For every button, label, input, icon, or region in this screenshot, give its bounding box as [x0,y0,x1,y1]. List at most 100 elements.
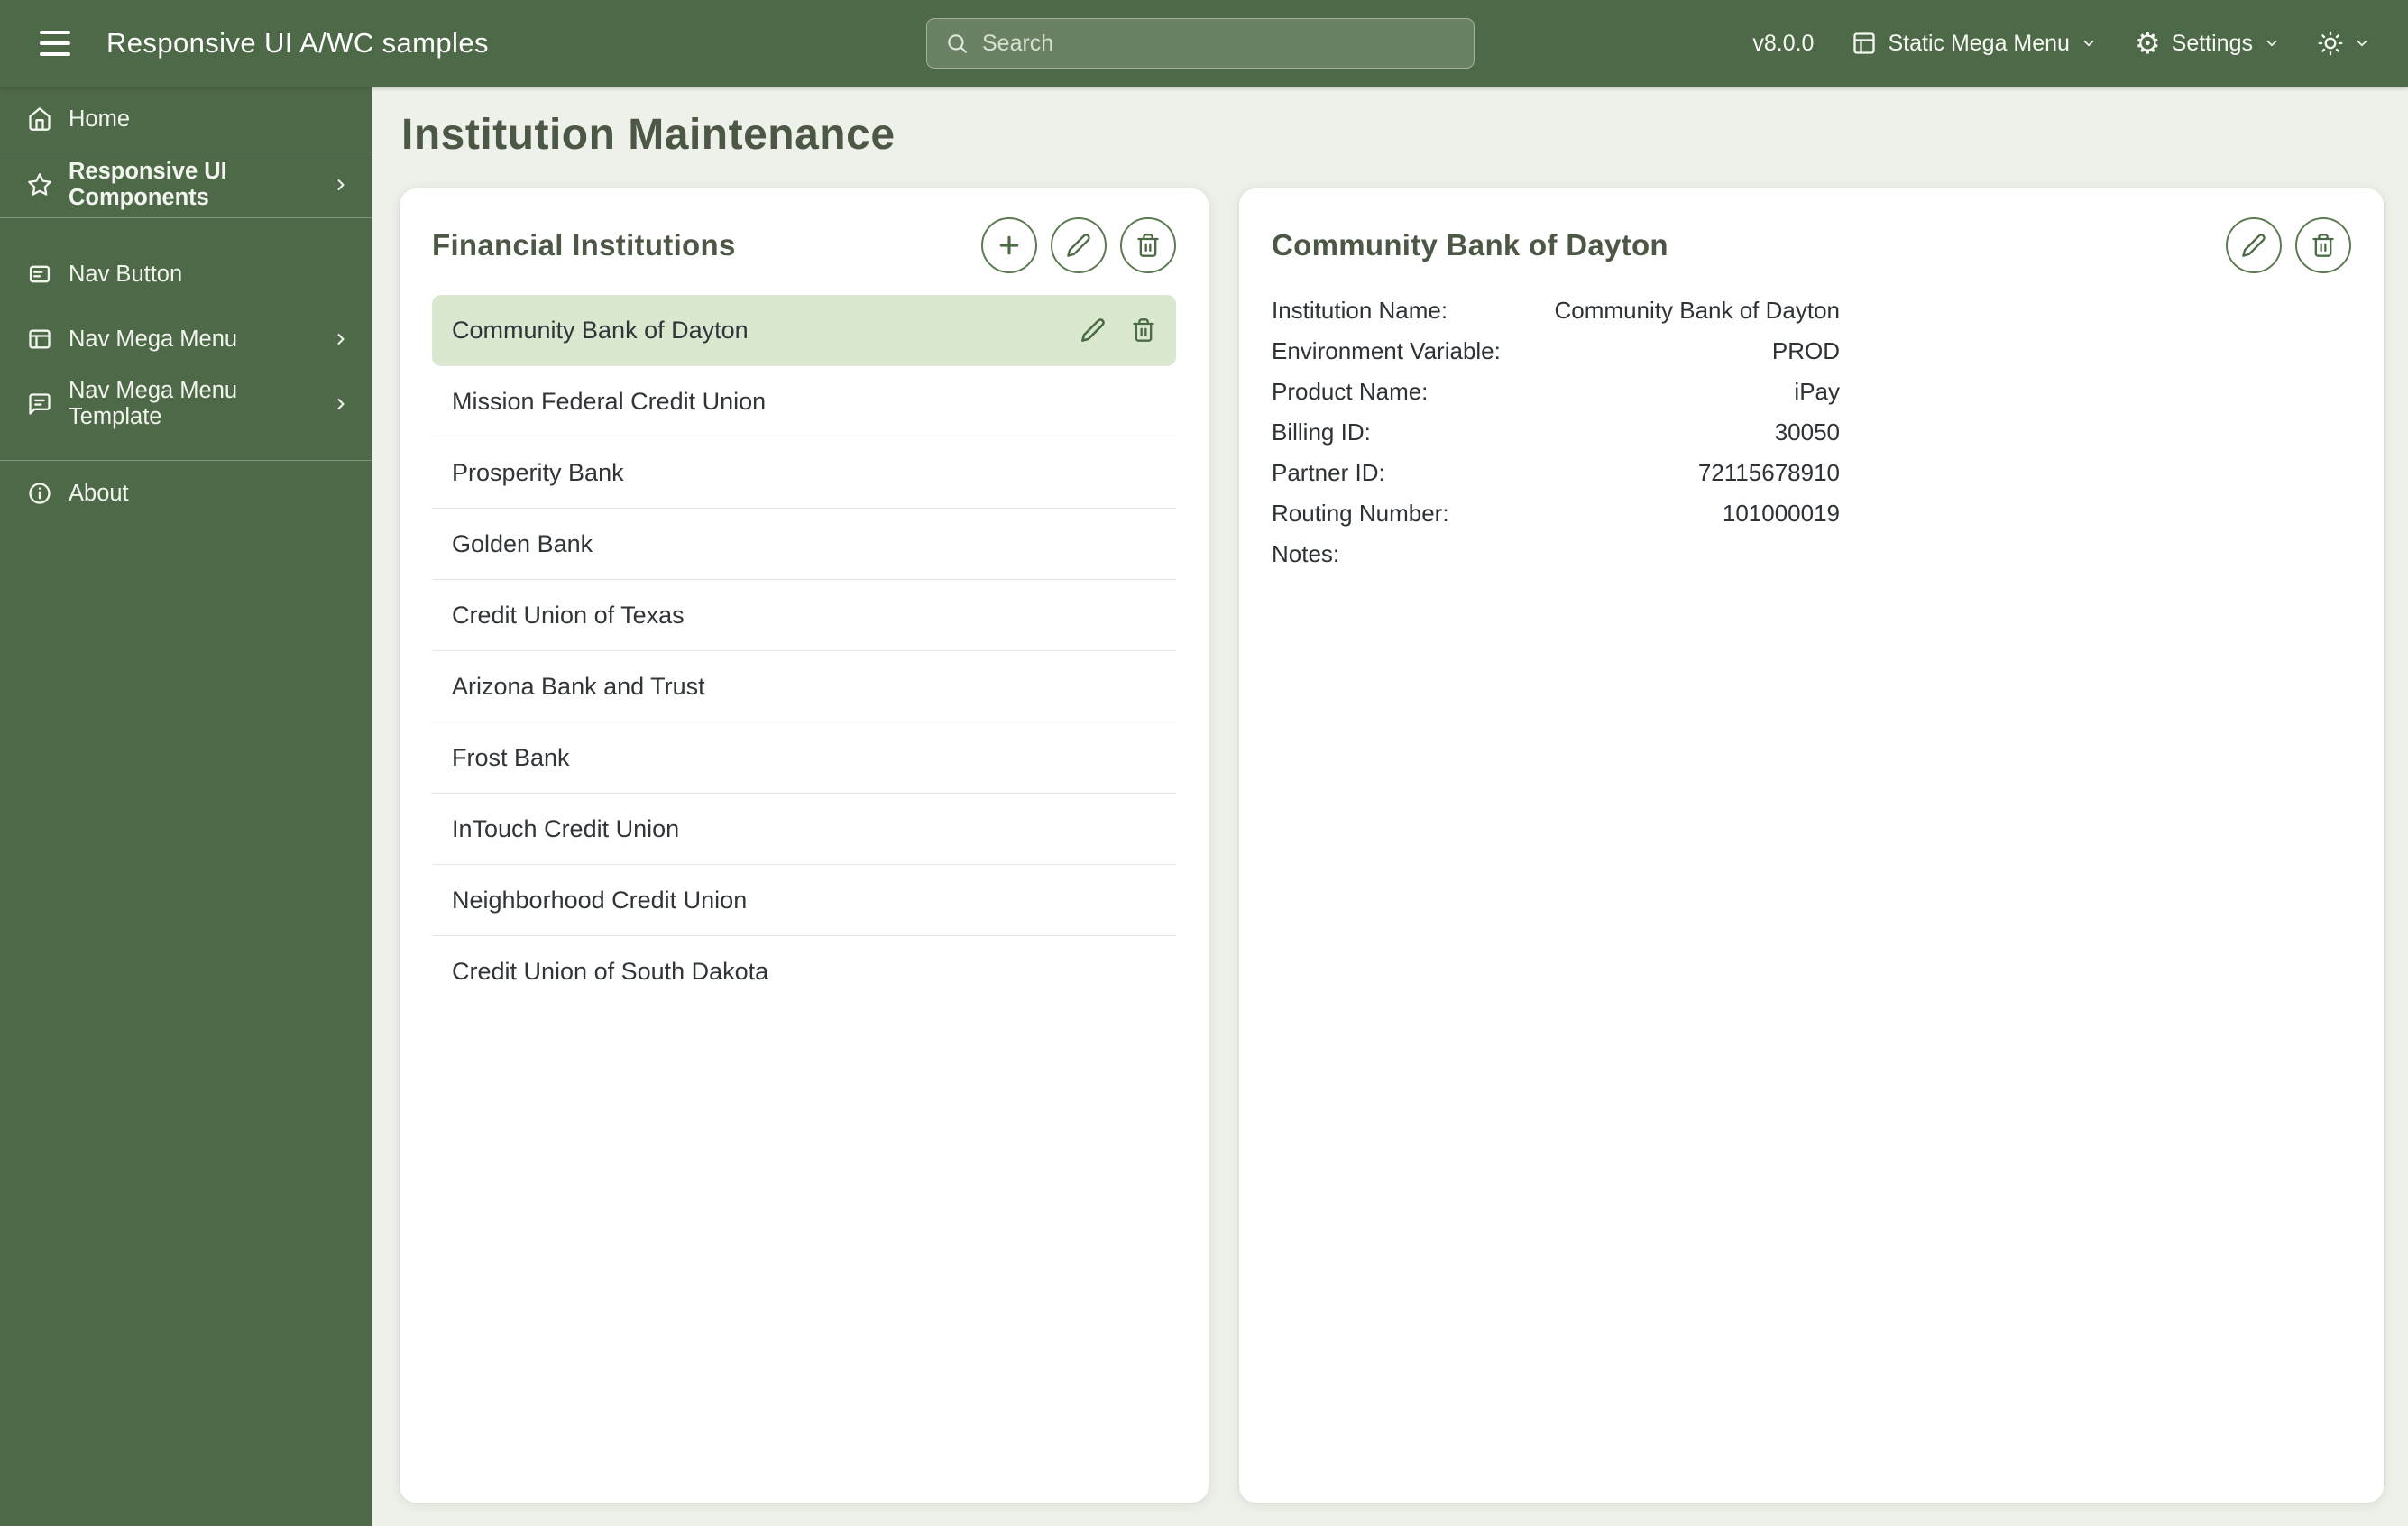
chevron-down-icon [2264,35,2280,51]
version-label: v8.0.0 [1752,30,1815,56]
list-item[interactable]: Prosperity Bank [432,437,1176,509]
static-mega-menu-label: Static Mega Menu [1888,30,2070,56]
list-item[interactable]: Credit Union of Texas [432,580,1176,651]
topbar-left: Responsive UI A/WC samples [31,18,926,69]
detail-row: Billing ID: 30050 [1272,418,1840,459]
list-item[interactable]: Mission Federal Credit Union [432,366,1176,437]
search-icon [945,32,969,55]
plus-icon [996,232,1023,259]
panel-actions [981,217,1176,273]
trash-icon [2311,233,2336,258]
sidebar-item-nav-button[interactable]: Nav Button [0,242,372,307]
search-input[interactable] [982,30,1456,57]
field-label: Notes: [1272,540,1340,567]
institution-name: InTouch Credit Union [452,814,680,842]
field-value: 30050 [1774,418,1840,446]
page-title: Institution Maintenance [401,111,896,159]
institution-detail-panel: Community Bank of Dayton Institution Nam… [1239,188,2384,1503]
trash-icon [1135,233,1161,258]
sidebar-item-nav-mega-menu[interactable]: Nav Mega Menu [0,307,372,372]
content-shell: Home Responsive UI Components Nav Button [0,87,2408,1526]
app-title: Responsive UI A/WC samples [106,27,489,59]
main-content: Institution Maintenance Financial Instit… [372,87,2408,1526]
sidebar-item-label: Nav Mega Menu [69,326,238,352]
list-item-selected[interactable]: Community Bank of Dayton [432,295,1176,366]
list-item[interactable]: Frost Bank [432,722,1176,794]
hamburger-menu-button[interactable] [31,18,81,69]
sidebar-item-label: Responsive UI Components [69,159,227,210]
institution-name: Arizona Bank and Trust [452,672,705,700]
add-institution-button[interactable] [981,217,1037,273]
institution-name: Prosperity Bank [452,458,624,486]
edit-institution-button[interactable] [1051,217,1107,273]
sidebar-item-nav-mega-menu-template[interactable]: Nav Mega Menu Template [0,372,372,437]
chevron-down-icon [2354,35,2370,51]
field-value: Community Bank of Dayton [1554,297,1840,324]
detail-fields: Institution Name: Community Bank of Dayt… [1239,286,2384,592]
delete-institution-button[interactable] [1120,217,1176,273]
institution-name: Credit Union of Texas [452,601,685,629]
message-icon [27,391,52,417]
window-icon [27,326,52,352]
pencil-icon [1066,233,1091,258]
sidebar-item-about[interactable]: About [0,461,372,526]
detail-row: Partner ID: 72115678910 [1272,459,1840,500]
settings-label: Settings [2171,30,2253,56]
institution-name: Community Bank of Dayton [452,316,749,344]
star-icon [27,172,52,198]
sidebar-item-home[interactable]: Home [0,87,372,152]
financial-institutions-panel: Financial Institutions Community Bank of… [400,188,1209,1503]
list-item[interactable]: Arizona Bank and Trust [432,651,1176,722]
institutions-list: Community Bank of Dayton Mission Federal… [400,286,1209,1007]
panel-header: Financial Institutions [400,188,1209,286]
settings-dropdown[interactable]: ⚙ Settings [2135,29,2280,58]
gear-icon: ⚙ [2134,27,2161,60]
detail-row: Environment Variable: PROD [1272,337,1840,378]
app-root: Responsive UI A/WC samples v8.0.0 Static… [0,0,2408,1526]
list-item[interactable]: Golden Bank [432,509,1176,580]
detail-row: Institution Name: Community Bank of Dayt… [1272,297,1840,337]
topbar-right: v8.0.0 Static Mega Menu ⚙ Settings [1475,29,2370,58]
panel-title: Financial Institutions [432,228,736,262]
home-icon [27,106,52,132]
list-item[interactable]: Neighborhood Credit Union [432,865,1176,936]
field-label: Product Name: [1272,378,1429,405]
topbar: Responsive UI A/WC samples v8.0.0 Static… [0,0,2408,87]
panel-actions [2226,217,2351,273]
chevron-right-icon [332,395,350,413]
sidebar: Home Responsive UI Components Nav Button [0,87,372,1526]
sidebar-item-label: Nav Mega Menu Template [69,378,238,429]
field-value: iPay [1794,378,1840,405]
hamburger-bar [40,41,70,45]
row-actions [1080,317,1156,343]
delete-row-button[interactable] [1131,317,1156,343]
edit-row-button[interactable] [1080,317,1106,343]
field-value: PROD [1771,337,1840,364]
hamburger-bar [40,52,70,56]
field-label: Environment Variable: [1272,337,1501,364]
list-item[interactable]: InTouch Credit Union [432,794,1176,865]
panel-header: Community Bank of Dayton [1239,188,2384,286]
detail-row: Routing Number: 101000019 [1272,500,1840,540]
field-value: 101000019 [1722,500,1840,527]
detail-title: Community Bank of Dayton [1272,228,1668,262]
field-value: 72115678910 [1697,459,1840,486]
cards-row: Financial Institutions Community Bank of… [400,188,2384,1503]
list-item[interactable]: Credit Union of South Dakota [432,936,1176,1007]
chevron-right-icon [332,176,350,194]
edit-detail-button[interactable] [2226,217,2282,273]
static-mega-menu-dropdown[interactable]: Static Mega Menu [1852,31,2097,57]
sidebar-item-label: Nav Button [69,261,183,287]
institution-name: Credit Union of South Dakota [452,958,769,985]
detail-row: Notes: [1272,540,1840,581]
field-label: Partner ID: [1272,459,1385,486]
search-box [926,18,1475,69]
layout-icon [1852,31,1877,56]
theme-toggle-dropdown[interactable] [2318,31,2370,56]
detail-row: Product Name: iPay [1272,378,1840,418]
sidebar-item-label: About [69,480,129,506]
field-label: Billing ID: [1272,418,1371,446]
sidebar-item-responsive-ui-components[interactable]: Responsive UI Components [0,152,372,217]
delete-detail-button[interactable] [2295,217,2351,273]
